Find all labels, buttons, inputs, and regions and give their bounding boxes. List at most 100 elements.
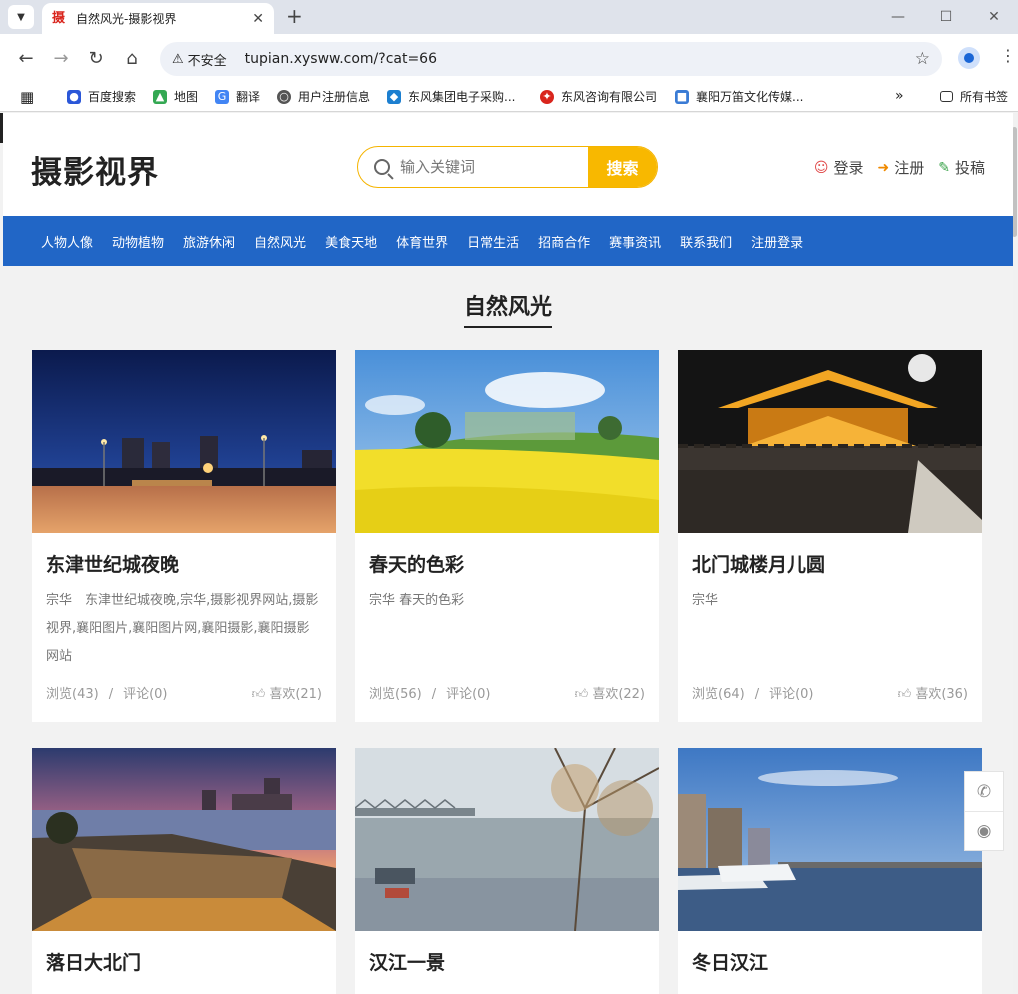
nav-item[interactable]: 日常生活 (467, 232, 519, 251)
comments-count[interactable]: 评论(0) (769, 687, 813, 702)
search-button[interactable]: 搜索 (588, 147, 657, 187)
address-bar[interactable]: ⚠ 不安全 tupian.xysww.com/?cat=66 ☆ (160, 42, 942, 76)
dongfeng-red-logo-icon: ✦ (540, 89, 554, 104)
back-arrow-icon[interactable]: ← (14, 46, 38, 70)
bookmark-item[interactable]: ○ 用户注册信息 (277, 88, 370, 105)
photo-card[interactable]: 汉江一景 (355, 748, 659, 994)
browser-tab-strip: ▼ 摄 自然风光-摄影视界 ✕ + — ☐ ✕ (0, 0, 1018, 34)
register-link[interactable]: ➜ 注册 (878, 157, 925, 178)
card-title[interactable]: 春天的色彩 (369, 550, 645, 577)
nav-item[interactable]: 人物人像 (41, 232, 93, 251)
tab-search-button[interactable]: ▼ (8, 5, 34, 29)
folder-icon (940, 91, 953, 102)
bookmark-item[interactable]: G 翻译 (215, 88, 260, 105)
security-indicator[interactable]: ⚠ 不安全 (172, 50, 227, 69)
profile-avatar-icon[interactable] (958, 47, 980, 69)
night-city-image (32, 350, 336, 533)
window-close-icon[interactable]: ✕ (970, 0, 1018, 34)
nav-item[interactable]: 注册登录 (751, 232, 803, 251)
nav-item[interactable]: 美食天地 (325, 232, 377, 251)
translate-icon: G (215, 89, 229, 104)
nav-item[interactable]: 动物植物 (112, 232, 164, 251)
rapeseed-field-image (355, 350, 659, 533)
browser-menu-icon[interactable]: ⋮ (1000, 46, 1016, 65)
active-tab[interactable]: 摄 自然风光-摄影视界 ✕ (42, 3, 274, 34)
photo-card[interactable]: 落日大北门 (32, 748, 336, 994)
bookmark-star-icon[interactable]: ☆ (915, 49, 930, 69)
web-page: 摄影视界 搜索 ☺登录 ➜注册 ✎投稿 人物人像 动物植物 旅游休闲 自然风光 … (3, 113, 1013, 994)
like-button[interactable]: 👍︎ 喜欢(36) (898, 683, 968, 702)
submit-link[interactable]: ✎ 投稿 (938, 157, 985, 178)
user-links: ☺ 登录 ➜ 注册 ✎ 投稿 (814, 157, 985, 178)
card-title[interactable]: 东津世纪城夜晚 (46, 550, 322, 577)
card-title[interactable]: 落日大北门 (46, 948, 322, 975)
nav-item[interactable]: 旅游休闲 (183, 232, 235, 251)
maximize-icon[interactable]: ☐ (922, 0, 970, 34)
like-button[interactable]: 👍︎ 喜欢(22) (575, 683, 645, 702)
forward-arrow-icon[interactable]: → (49, 46, 73, 70)
apps-grid-icon[interactable]: ▦ (20, 88, 34, 106)
card-description: 宗华 东津世纪城夜晚,宗华,摄影视界网站,摄影视界,襄阳图片,襄阳图片网,襄阳摄… (46, 593, 319, 664)
search-box: 搜索 (357, 146, 658, 188)
close-icon[interactable]: ✕ (252, 11, 264, 27)
baidu-paw-icon: ● (67, 89, 81, 104)
bookmark-item[interactable]: ▲ 地图 (153, 88, 198, 105)
map-pin-icon: ▲ (153, 89, 167, 104)
photo-thumbnail[interactable] (678, 350, 982, 533)
card-title[interactable]: 北门城楼月儿圆 (692, 550, 968, 577)
bookmark-item[interactable]: ■ 襄阳万笛文化传媒... (675, 88, 803, 105)
site-logo[interactable]: 摄影视界 (31, 147, 159, 192)
nav-item[interactable]: 赛事资讯 (609, 232, 661, 251)
bookmark-item[interactable]: ✦ 东风咨询有限公司 (540, 88, 657, 105)
tab-title: 自然风光-摄影视界 (76, 12, 177, 26)
nav-item[interactable]: 联系我们 (680, 232, 732, 251)
minimize-icon[interactable]: — (874, 0, 922, 34)
new-tab-plus-icon[interactable]: + (286, 4, 303, 28)
wechat-icon[interactable]: ◉ (965, 811, 1003, 850)
photo-thumbnail[interactable] (355, 350, 659, 533)
warning-triangle-icon: ⚠ (172, 51, 184, 67)
comments-count[interactable]: 评论(0) (446, 687, 490, 702)
search-input[interactable] (400, 147, 588, 187)
section-title: 自然风光 (463, 289, 552, 328)
card-title[interactable]: 冬日汉江 (692, 948, 968, 975)
site-favicon-icon: 摄 (52, 10, 66, 26)
hanjiang-river-image (355, 748, 659, 931)
chevron-down-icon: ▼ (17, 11, 25, 23)
card-meta: 浏览(64) / 评论(0) 👍︎ 喜欢(36) (692, 683, 968, 702)
media-logo-icon: ■ (675, 89, 689, 104)
bookmark-item[interactable]: 所有书签 (940, 88, 1008, 105)
photo-card[interactable]: 春天的色彩 宗华 春天的色彩 浏览(56) / 评论(0) 👍︎ 喜欢(22) (355, 350, 659, 722)
views-count: 浏览(43) (46, 687, 99, 702)
photo-card[interactable]: 北门城楼月儿圆 宗华 浏览(64) / 评论(0) 👍︎ 喜欢(36) (678, 350, 982, 722)
thumbs-up-icon: 👍︎ (251, 687, 266, 702)
nav-item[interactable]: 招商合作 (538, 232, 590, 251)
thumbs-up-icon: 👍︎ (574, 687, 589, 702)
card-title[interactable]: 汉江一景 (369, 948, 645, 975)
reload-icon[interactable]: ↻ (84, 46, 108, 70)
dongfeng-logo-icon: ◆ (387, 89, 401, 104)
url-text[interactable]: tupian.xysww.com/?cat=66 (245, 51, 437, 67)
nav-item-active[interactable]: 自然风光 (254, 232, 306, 251)
sign-in-icon: ➜ (877, 159, 890, 176)
photo-thumbnail[interactable] (355, 748, 659, 931)
home-icon[interactable]: ⌂ (120, 46, 144, 70)
nav-item[interactable]: 体育世界 (396, 232, 448, 251)
card-meta: 浏览(43) / 评论(0) 👍︎ 喜欢(21) (46, 683, 322, 702)
photo-card[interactable]: 冬日汉江 (678, 748, 982, 994)
photo-card[interactable]: 东津世纪城夜晚 宗华 东津世纪城夜晚,宗华,摄影视界网站,摄影视界,襄阳图片,襄… (32, 350, 336, 722)
like-button[interactable]: 👍︎ 喜欢(21) (252, 683, 322, 702)
login-link[interactable]: ☺ 登录 (814, 157, 864, 178)
browser-toolbar: ← → ↻ ⌂ ⚠ 不安全 tupian.xysww.com/?cat=66 ☆… (0, 34, 1018, 82)
bookmark-item[interactable]: ● 百度搜索 (67, 88, 136, 105)
bookmarks-more-icon[interactable]: » (895, 88, 904, 104)
comments-count[interactable]: 评论(0) (123, 687, 167, 702)
window-controls: — ☐ ✕ (874, 0, 1018, 34)
photo-thumbnail[interactable] (678, 748, 982, 931)
photo-thumbnail[interactable] (32, 350, 336, 533)
photo-thumbnail[interactable] (32, 748, 336, 931)
bookmark-item[interactable]: ◆ 东风集团电子采购... (387, 88, 515, 105)
sunset-north-gate-image (32, 748, 336, 931)
phone-icon[interactable]: ✆ (965, 772, 1003, 811)
winter-hanjiang-image (678, 748, 982, 931)
